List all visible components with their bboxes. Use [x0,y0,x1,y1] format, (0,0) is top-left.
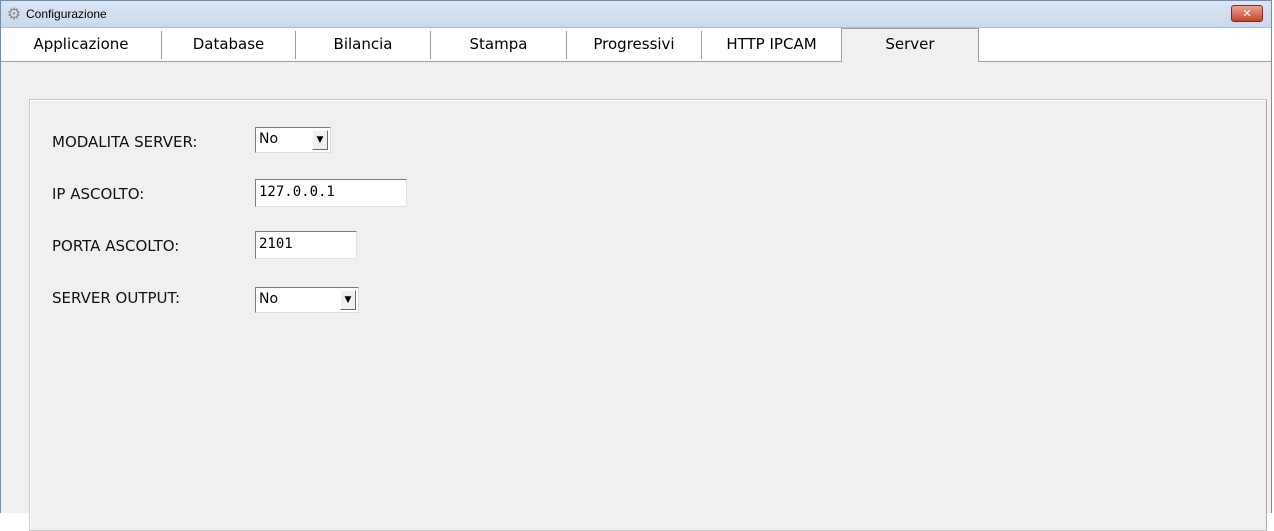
server-output-label: SERVER OUTPUT: [52,289,181,307]
tab-divider [1,61,1271,62]
tab-database[interactable]: Database [162,31,296,59]
porta-ascolto-input[interactable]: 2101 [255,231,357,259]
gear-icon: ⚙ [6,4,22,23]
tab-applicazione[interactable]: Applicazione [1,31,162,59]
server-settings-group [29,99,1267,531]
config-window: ⚙ Configurazione ✕ Applicazione Database… [0,0,1272,531]
title-bar[interactable]: ⚙ Configurazione ✕ [1,1,1271,28]
tab-http-ipcam[interactable]: HTTP IPCAM [702,31,841,59]
server-output-value: No [259,291,279,307]
modalita-server-select[interactable]: No ▼ [255,127,331,153]
window-title: Configurazione [26,7,107,21]
ip-ascolto-label: IP ASCOLTO: [52,185,145,203]
tab-bilancia[interactable]: Bilancia [296,31,431,59]
chevron-down-icon[interactable]: ▼ [312,130,328,150]
porta-ascolto-label: PORTA ASCOLTO: [52,237,180,255]
modalita-server-label: MODALITA SERVER: [52,133,198,151]
ip-ascolto-input[interactable]: 127.0.0.1 [255,179,407,207]
tab-stampa[interactable]: Stampa [431,31,567,59]
close-icon: ✕ [1242,7,1252,20]
server-output-select[interactable]: No ▼ [255,287,359,313]
tab-progressivi[interactable]: Progressivi [567,31,702,59]
modalita-server-value: No [259,131,279,147]
tab-server[interactable]: Server [841,28,979,62]
chevron-down-icon[interactable]: ▼ [340,290,356,310]
close-button[interactable]: ✕ [1231,5,1263,22]
